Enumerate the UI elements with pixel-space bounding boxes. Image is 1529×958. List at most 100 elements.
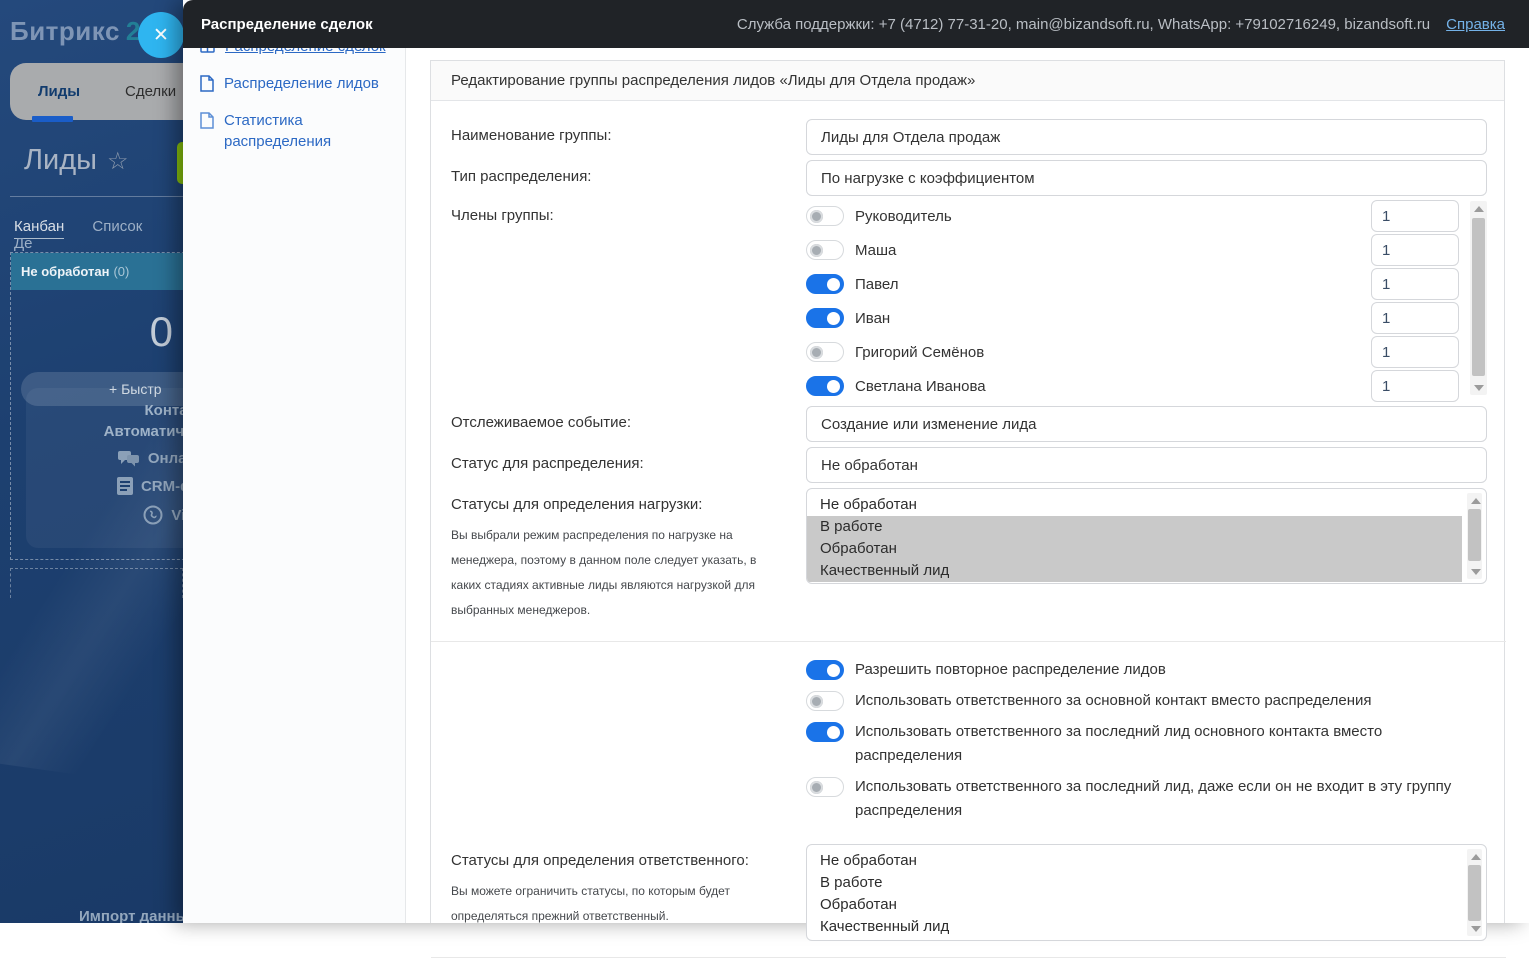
- panel-sidebar: Распределение сделок Распределение лидов…: [183, 0, 406, 923]
- tab-deals[interactable]: Сделки: [125, 83, 176, 100]
- members-list: Руководитель Маша Павел: [806, 199, 1487, 403]
- status-option[interactable]: Качественный лид: [807, 560, 1462, 582]
- option-label: Использовать ответственного за последний…: [855, 775, 1487, 823]
- option-toggle[interactable]: [806, 691, 844, 711]
- status-option[interactable]: Обработан: [807, 894, 1462, 916]
- scroll-down-icon: [1471, 569, 1481, 575]
- responsible-statuses-multiselect[interactable]: Не обработан В работе Обработан Качестве…: [806, 844, 1487, 941]
- option-toggle[interactable]: [806, 660, 844, 680]
- status-option[interactable]: Не обработан: [807, 494, 1462, 516]
- divider: [10, 196, 183, 197]
- tracked-event-label: Отслеживаемое событие:: [451, 406, 806, 431]
- import-data-text: Импорт данных из другой: [26, 908, 183, 923]
- member-row: Павел: [806, 267, 1487, 301]
- scroll-down-icon: [1471, 926, 1481, 932]
- contact-card-subtitle: Автоматическое до: [26, 423, 183, 440]
- member-toggle[interactable]: [806, 206, 844, 226]
- close-icon: ✕: [153, 24, 169, 47]
- sidebar-item-distribution-stats[interactable]: Статистика распределения: [200, 110, 380, 152]
- help-link[interactable]: Справка: [1446, 16, 1505, 33]
- form-title: Редактирование группы распределения лидо…: [431, 61, 1504, 101]
- members-label: Члены группы:: [451, 199, 806, 224]
- member-row: Руководитель: [806, 199, 1487, 233]
- distribution-status-select[interactable]: [806, 447, 1487, 483]
- scrollbar-thumb[interactable]: [1468, 509, 1481, 561]
- contact-card-title: Контакт-: [26, 402, 183, 419]
- channel-online-chat[interactable]: Онлайн-чат: [26, 450, 183, 467]
- tab-leads[interactable]: Лиды: [38, 83, 80, 100]
- option-row: Разрешить повторное распределение лидов: [806, 658, 1487, 682]
- section-divider: [431, 641, 1506, 642]
- sidebar-item-lead-distribution[interactable]: Распределение лидов: [200, 73, 379, 94]
- member-name: Иван: [855, 310, 890, 327]
- kanban-column-header[interactable]: Не обработан (0): [11, 253, 183, 290]
- status-option[interactable]: Обработан: [807, 538, 1462, 560]
- load-statuses-help: Вы выбрали режим распределения по нагруз…: [451, 523, 761, 623]
- coefficient-input[interactable]: [1371, 336, 1459, 368]
- view-tabs: Канбан Список Де: [14, 218, 183, 252]
- status-option[interactable]: Не обработан: [807, 850, 1462, 872]
- option-toggle[interactable]: [806, 777, 844, 797]
- next-kanban-placeholder: [10, 568, 183, 598]
- crm-background: Битрикс24 Лиды Сделки Лиды ☆ Канбан Списо…: [0, 0, 183, 923]
- load-statuses-multiselect[interactable]: Не обработан В работе Обработан Качестве…: [806, 488, 1487, 584]
- favorite-star-icon[interactable]: ☆: [107, 148, 129, 175]
- member-toggle[interactable]: [806, 308, 844, 328]
- scroll-down-icon: [1474, 385, 1484, 391]
- toggle-options: Разрешить повторное распределение лидов …: [806, 658, 1487, 830]
- logo-text: Битрикс: [10, 16, 120, 46]
- coefficient-input[interactable]: [1371, 200, 1459, 232]
- scrollbar-thumb[interactable]: [1468, 865, 1481, 921]
- distribution-panel: Распределение сделок Распределение лидов…: [183, 0, 1529, 923]
- view-tab-list[interactable]: Список: [92, 218, 142, 235]
- responsible-statuses-help: Вы можете ограничить статусы, по которым…: [451, 879, 761, 929]
- status-option[interactable]: Качественный лид: [807, 916, 1462, 938]
- member-row: Иван: [806, 301, 1487, 335]
- support-info: Служба поддержки: +7 (4712) 77-31-20, ma…: [737, 16, 1430, 33]
- distribution-status-label: Статус для распределения:: [451, 447, 806, 472]
- member-toggle[interactable]: [806, 376, 844, 396]
- crm-tabs-container: Лиды Сделки: [10, 63, 183, 120]
- select-scrollbar[interactable]: [1467, 493, 1482, 579]
- option-row: Использовать ответственного за основной …: [806, 689, 1487, 713]
- coefficient-input[interactable]: [1371, 234, 1459, 266]
- member-toggle[interactable]: [806, 274, 844, 294]
- group-name-input[interactable]: [806, 119, 1487, 155]
- member-name: Светлана Иванова: [855, 378, 986, 395]
- distribution-type-select[interactable]: [806, 160, 1487, 196]
- document-icon: [200, 112, 214, 129]
- channel-viber[interactable]: Viber: [26, 505, 183, 525]
- coefficient-input[interactable]: [1371, 268, 1459, 300]
- members-scrollbar[interactable]: [1470, 201, 1487, 395]
- member-row: Светлана Иванова: [806, 369, 1487, 403]
- coefficient-input[interactable]: [1371, 302, 1459, 334]
- viber-icon: [143, 505, 163, 525]
- coefficient-input[interactable]: [1371, 370, 1459, 402]
- contact-center-card: Контакт- Автоматическое до Онлайн-чат CR…: [26, 388, 183, 548]
- view-tab-activities[interactable]: Де: [14, 235, 33, 252]
- edit-group-form: Редактирование группы распределения лидо…: [430, 60, 1505, 923]
- distribution-type-label: Тип распределения:: [451, 160, 806, 185]
- option-toggle[interactable]: [806, 722, 844, 742]
- member-name: Маша: [855, 242, 896, 259]
- option-label: Использовать ответственного за основной …: [855, 689, 1371, 713]
- close-panel-button[interactable]: ✕: [138, 12, 184, 58]
- member-toggle[interactable]: [806, 342, 844, 362]
- status-option[interactable]: В работе: [807, 872, 1462, 894]
- panel-header: Распределение сделок Служба поддержки: +…: [183, 0, 1529, 48]
- scroll-up-icon: [1471, 854, 1481, 860]
- kanban-counter: 0: [11, 290, 183, 356]
- bitrix-logo: Битрикс24: [10, 16, 156, 47]
- status-option[interactable]: В работе: [807, 516, 1462, 538]
- member-name: Руководитель: [855, 208, 952, 225]
- scrollbar-thumb[interactable]: [1472, 218, 1485, 376]
- option-row: Использовать ответственного за последний…: [806, 775, 1487, 823]
- active-tab-indicator: [32, 116, 73, 122]
- option-label: Использовать ответственного за последний…: [855, 720, 1487, 768]
- kanban-count: (0): [113, 264, 129, 279]
- member-toggle[interactable]: [806, 240, 844, 260]
- tracked-event-select[interactable]: [806, 406, 1487, 442]
- channel-crm-forms[interactable]: CRM-формы: [26, 477, 183, 495]
- load-statuses-label: Статусы для определения нагрузки:: [451, 496, 702, 513]
- responsible-statuses-label: Статусы для определения ответственного:: [451, 852, 749, 869]
